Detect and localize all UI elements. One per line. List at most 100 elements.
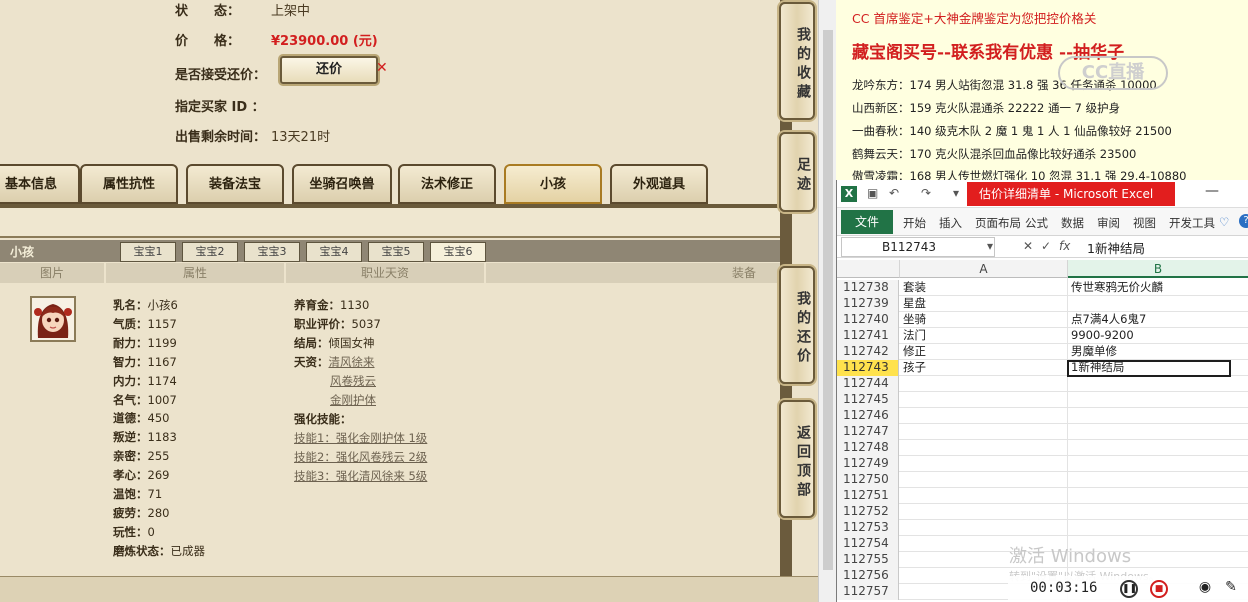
tab-baby-5[interactable]: 宝宝5 (368, 242, 424, 262)
tab-baby-1[interactable]: 宝宝1 (120, 242, 176, 262)
tab-baby-4[interactable]: 宝宝4 (306, 242, 362, 262)
redo-icon[interactable]: ↷ (921, 186, 931, 200)
remaining-row: 出售剩余时间： 13天21时 (175, 130, 331, 145)
ribbon-tab-layout[interactable]: 页面布局 (975, 215, 1021, 231)
save-icon[interactable]: ▣ (867, 186, 878, 200)
status-row: 状 态： 上架中 (175, 4, 311, 19)
row-header[interactable]: 112752 (837, 504, 899, 520)
row-header[interactable]: 112746 (837, 408, 899, 424)
cell-a[interactable]: 修正 (903, 344, 926, 359)
my-bargain-button[interactable]: 我的还价 (779, 266, 815, 384)
row-header[interactable]: 112755 (837, 552, 899, 568)
tab-mounts[interactable]: 坐骑召唤兽 (292, 164, 392, 204)
cell-a[interactable]: 星盘 (903, 296, 926, 311)
tab-basic-info[interactable]: 基本信息 (0, 164, 80, 204)
row-header[interactable]: 112756 (837, 568, 899, 584)
formula-content[interactable]: 1新神结局 (1087, 238, 1145, 257)
row-header[interactable]: 112743 (837, 360, 899, 376)
cancel-icon[interactable]: ✕ (1023, 239, 1033, 253)
row-header[interactable]: 112747 (837, 424, 899, 440)
ribbon-collapse-icon[interactable]: ♡ (1219, 215, 1229, 229)
active-cell[interactable] (1067, 360, 1231, 377)
tab-equipment[interactable]: 装备法宝 (186, 164, 284, 204)
cell-a[interactable]: 套装 (903, 280, 926, 295)
name-box[interactable]: B112743 (841, 237, 995, 257)
cell-a[interactable]: 坐骑 (903, 312, 926, 327)
talent-link-3[interactable]: 金刚护体 (330, 392, 376, 408)
bargain-row: 是否接受还价： (175, 68, 267, 83)
row-header[interactable]: 112742 (837, 344, 899, 360)
tab-baby-6[interactable]: 宝宝6 (430, 242, 486, 262)
attribute-row: 内力：1174 (113, 373, 177, 388)
column-header-a[interactable]: A (900, 260, 1068, 278)
cell-b[interactable]: 点7满4人6鬼7 (1071, 312, 1146, 327)
row-header[interactable]: 112749 (837, 456, 899, 472)
row-header[interactable]: 112744 (837, 376, 899, 392)
attribute-row: 磨炼状态：已成器 (113, 543, 205, 558)
excel-ribbon: 文件 开始 插入 页面布局 公式 数据 审阅 视图 开发工具 ♡ ? (837, 208, 1248, 236)
row-header[interactable]: 112738 (837, 280, 899, 296)
customize-icon[interactable]: ▾ (953, 186, 959, 200)
tab-child[interactable]: 小孩 (504, 164, 602, 204)
function-icon[interactable]: fx (1059, 239, 1070, 253)
doc-line-7: 傲雪凌霜：168 男人传世燃灯强化 10 忽混 31.1 强 29.4-1088… (852, 169, 1187, 180)
talent-link-2[interactable]: 风卷残云 (330, 373, 376, 389)
cell-a[interactable]: 孩子 (903, 360, 926, 375)
row-header[interactable]: 112757 (837, 584, 899, 600)
skill-link-3[interactable]: 技能3：强化清风徐来 5级 (294, 468, 427, 484)
browser-scrollbar[interactable] (818, 0, 836, 602)
select-all-corner[interactable] (837, 260, 900, 278)
skill-link-1[interactable]: 技能1：强化金刚护体 1级 (294, 430, 427, 446)
tab-attributes[interactable]: 属性抗性 (80, 164, 178, 204)
cell-b[interactable]: 男魔单修 (1071, 344, 1117, 359)
enter-icon[interactable]: ✓ (1041, 239, 1051, 253)
tab-appearance[interactable]: 外观道具 (610, 164, 708, 204)
ribbon-tab-data[interactable]: 数据 (1061, 215, 1084, 231)
row-header[interactable]: 112741 (837, 328, 899, 344)
row-header[interactable]: 112754 (837, 536, 899, 552)
table-row: 112753 (837, 520, 1248, 536)
help-icon[interactable]: ? (1239, 214, 1248, 228)
ribbon-tab-formulas[interactable]: 公式 (1025, 215, 1048, 231)
scroll-thumb[interactable] (823, 30, 833, 570)
talent-link-1[interactable]: 清风徐来 (329, 355, 375, 369)
ribbon-tab-insert[interactable]: 插入 (939, 215, 962, 231)
doc-line-6: 鹤舞云天：170 克火队混杀回血品像比较好通杀 23500 (852, 147, 1137, 161)
row-header[interactable]: 112750 (837, 472, 899, 488)
row-header[interactable]: 112740 (837, 312, 899, 328)
row-header[interactable]: 112739 (837, 296, 899, 312)
file-tab[interactable]: 文件 (841, 210, 893, 234)
footprint-button[interactable]: 足迹 (779, 132, 815, 212)
attribute-row: 孝心：269 (113, 468, 170, 483)
ribbon-tab-review[interactable]: 审阅 (1097, 215, 1120, 231)
bargain-button[interactable]: 还价 (280, 56, 378, 84)
tab-baby-2[interactable]: 宝宝2 (182, 242, 238, 262)
cell-b[interactable]: 传世寒鸦无价火麟 (1071, 280, 1163, 295)
tab-baby-3[interactable]: 宝宝3 (244, 242, 300, 262)
ribbon-tab-view[interactable]: 视图 (1133, 215, 1156, 231)
camera-icon[interactable]: ◉ (1196, 580, 1214, 598)
row-header[interactable]: 112748 (837, 440, 899, 456)
cell-a[interactable]: 法门 (903, 328, 926, 343)
pause-icon[interactable]: ❚❚ (1120, 580, 1138, 598)
table-row: 112748 (837, 440, 1248, 456)
cell-b[interactable]: 9900-9200 (1071, 328, 1134, 343)
row-header[interactable]: 112753 (837, 520, 899, 536)
skill-link-2[interactable]: 技能2：强化风卷残云 2级 (294, 449, 427, 465)
table-row: 112750 (837, 472, 1248, 488)
recorder-bar: 00:03:16 ❚❚ ■ ◉ ✎ (1008, 576, 1248, 602)
undo-icon[interactable]: ↶ (889, 186, 899, 200)
ribbon-tab-home[interactable]: 开始 (903, 215, 926, 231)
ribbon-tab-developer[interactable]: 开发工具 (1169, 215, 1215, 231)
tab-spells[interactable]: 法术修正 (398, 164, 496, 204)
back-to-top-button[interactable]: 返回顶部 (779, 400, 815, 518)
pen-icon[interactable]: ✎ (1222, 580, 1240, 598)
column-header-b[interactable]: B (1068, 260, 1248, 278)
game-panel: 状 态： 上架中 价 格： ¥23900.00 (元) 是否接受还价： 还价 ✕ 指… (0, 0, 820, 602)
row-header[interactable]: 112745 (837, 392, 899, 408)
row-header[interactable]: 112751 (837, 488, 899, 504)
stop-icon[interactable]: ■ (1150, 580, 1168, 598)
minimize-icon[interactable]: — (1205, 183, 1219, 199)
namebox-dropdown-icon[interactable]: ▾ (987, 239, 993, 253)
favorites-button[interactable]: 我的收藏 (779, 2, 815, 120)
